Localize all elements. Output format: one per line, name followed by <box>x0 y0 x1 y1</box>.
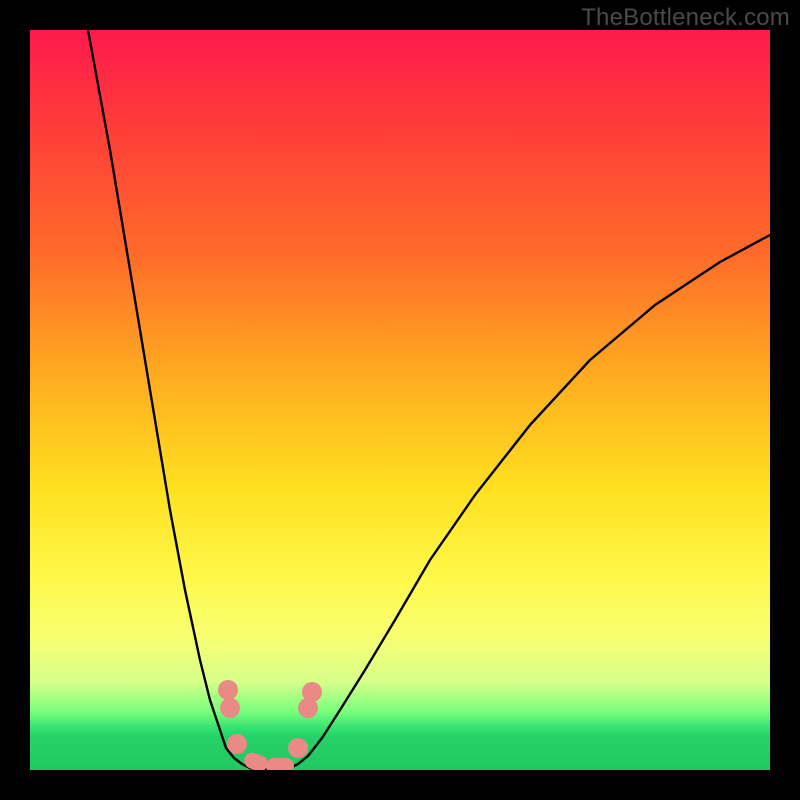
chart-frame: TheBottleneck.com <box>0 0 800 800</box>
bottleneck-curve <box>88 30 770 769</box>
watermark-text: TheBottleneck.com <box>581 4 790 32</box>
curve-overlay <box>30 30 770 770</box>
plot-area <box>30 30 770 770</box>
